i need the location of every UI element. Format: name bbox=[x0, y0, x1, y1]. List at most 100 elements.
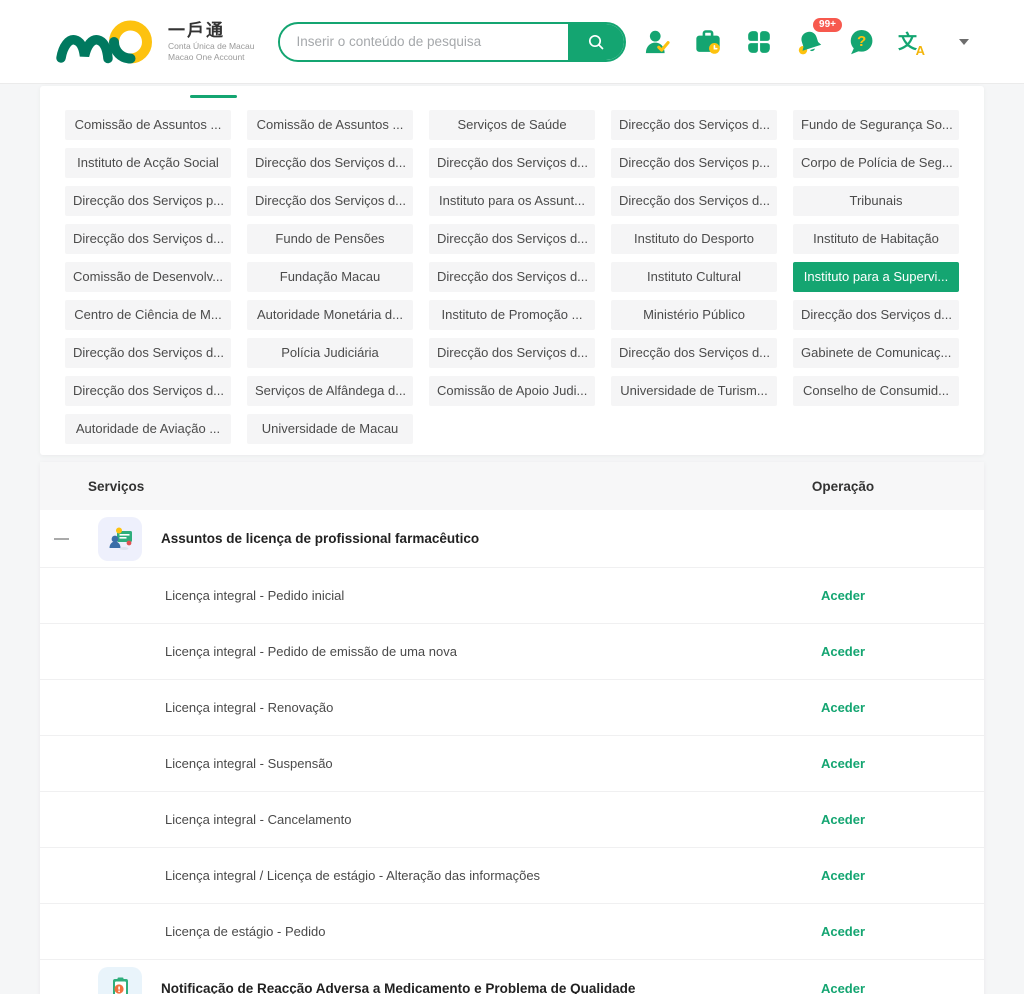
apps-grid-button[interactable] bbox=[744, 27, 774, 57]
department-button[interactable]: Direcção dos Serviços p... bbox=[611, 148, 777, 178]
access-link[interactable]: Aceder bbox=[821, 644, 865, 659]
service-label: Licença de estágio - Pedido bbox=[40, 924, 778, 939]
department-button[interactable]: Direcção dos Serviços d... bbox=[65, 376, 231, 406]
access-link[interactable]: Aceder bbox=[821, 981, 865, 994]
translate-icon: 文 A bbox=[897, 27, 927, 57]
service-label: Licença integral - Renovação bbox=[40, 700, 778, 715]
app-header: 一戶通 Conta Única de Macau Macao One Accou… bbox=[0, 0, 1024, 84]
department-button[interactable]: Tribunais bbox=[793, 186, 959, 216]
department-button[interactable]: Direcção dos Serviços d... bbox=[429, 262, 595, 292]
access-link[interactable]: Aceder bbox=[821, 812, 865, 827]
service-row: Licença integral - Pedido inicial Aceder bbox=[40, 568, 984, 624]
department-button[interactable]: Direcção dos Serviços d... bbox=[247, 186, 413, 216]
help-button[interactable]: ? bbox=[846, 27, 876, 57]
language-button[interactable]: 文 A bbox=[897, 27, 927, 57]
service-row: Licença integral - Cancelamento Aceder bbox=[40, 792, 984, 848]
logo-title-zh: 一戶通 bbox=[168, 20, 254, 41]
search-bar bbox=[278, 22, 626, 62]
service-row: Licença integral - Suspensão Aceder bbox=[40, 736, 984, 792]
department-button[interactable]: Gabinete de Comunicaç... bbox=[793, 338, 959, 368]
active-tab-indicator bbox=[190, 95, 237, 98]
collapse-toggle[interactable]: — bbox=[54, 530, 76, 547]
department-button[interactable]: Autoridade de Aviação ... bbox=[65, 414, 231, 444]
department-button[interactable]: Instituto Cultural bbox=[611, 262, 777, 292]
services-rows: — Assuntos de licença de profiss bbox=[40, 510, 984, 994]
department-button[interactable]: Comissão de Assuntos ... bbox=[65, 110, 231, 140]
bell-icon bbox=[796, 28, 824, 56]
search-icon bbox=[586, 32, 606, 52]
department-button[interactable]: Direcção dos Serviços d... bbox=[247, 148, 413, 178]
department-button[interactable]: Direcção dos Serviços d... bbox=[429, 224, 595, 254]
department-button[interactable]: Instituto de Promoção ... bbox=[429, 300, 595, 330]
access-link[interactable]: Aceder bbox=[821, 756, 865, 771]
notification-badge: 99+ bbox=[813, 18, 842, 32]
department-button[interactable]: Fundo de Pensões bbox=[247, 224, 413, 254]
department-button[interactable]: Ministério Público bbox=[611, 300, 777, 330]
department-button[interactable]: Comissão de Desenvolv... bbox=[65, 262, 231, 292]
department-button[interactable]: Direcção dos Serviços d... bbox=[65, 224, 231, 254]
department-button[interactable]: Fundo de Segurança So... bbox=[793, 110, 959, 140]
group-title: Assuntos de licença de profissional farm… bbox=[161, 531, 778, 546]
department-button[interactable]: Direcção dos Serviços d... bbox=[429, 148, 595, 178]
department-grid: Comissão de Assuntos ... Comissão de Assu… bbox=[40, 86, 984, 444]
service-row: Licença integral - Renovação Aceder bbox=[40, 680, 984, 736]
department-button[interactable]: Autoridade Monetária d... bbox=[247, 300, 413, 330]
search-input[interactable] bbox=[280, 34, 568, 49]
access-link[interactable]: Aceder bbox=[821, 700, 865, 715]
apps-grid-icon bbox=[746, 29, 772, 55]
menu-dropdown-button[interactable] bbox=[948, 27, 978, 57]
department-filter-card: Comissão de Assuntos ... Comissão de Assu… bbox=[40, 86, 984, 455]
department-button[interactable]: Direcção dos Serviços p... bbox=[65, 186, 231, 216]
adverse-reaction-icon bbox=[98, 967, 142, 994]
service-label: Licença integral - Pedido inicial bbox=[40, 588, 778, 603]
briefcase-icon bbox=[694, 28, 722, 56]
department-button[interactable]: Direcção dos Serviços d... bbox=[793, 300, 959, 330]
department-button[interactable]: Serviços de Alfândega d... bbox=[247, 376, 413, 406]
services-table: Serviços Operação — bbox=[40, 462, 984, 994]
search-button[interactable] bbox=[568, 22, 624, 62]
department-button[interactable]: Instituto de Habitação bbox=[793, 224, 959, 254]
service-label: Licença integral / Licença de estágio - … bbox=[40, 868, 778, 883]
department-button[interactable]: Corpo de Polícia de Seg... bbox=[793, 148, 959, 178]
services-table-header: Serviços Operação bbox=[40, 462, 984, 510]
service-label: Licença integral - Cancelamento bbox=[40, 812, 778, 827]
group-title: Notificação de Reacção Adversa a Medicam… bbox=[161, 981, 778, 994]
department-button[interactable]: Conselho de Consumid... bbox=[793, 376, 959, 406]
service-row: Licença de estágio - Pedido Aceder bbox=[40, 904, 984, 960]
user-icon bbox=[643, 28, 671, 56]
service-label: Licença integral - Pedido de emissão de … bbox=[40, 644, 778, 659]
department-button[interactable]: Comissão de Apoio Judi... bbox=[429, 376, 595, 406]
department-button[interactable]: Polícia Judiciária bbox=[247, 338, 413, 368]
department-button[interactable]: Fundação Macau bbox=[247, 262, 413, 292]
main-content: Comissão de Assuntos ... Comissão de Assu… bbox=[0, 84, 1024, 994]
department-button[interactable]: Direcção dos Serviços d... bbox=[429, 338, 595, 368]
access-link[interactable]: Aceder bbox=[821, 588, 865, 603]
department-button[interactable]: Universidade de Turism... bbox=[611, 376, 777, 406]
department-button[interactable]: Comissão de Assuntos ... bbox=[247, 110, 413, 140]
access-link[interactable]: Aceder bbox=[821, 868, 865, 883]
department-button[interactable]: Instituto do Desporto bbox=[611, 224, 777, 254]
service-group-row: Notificação de Reacção Adversa a Medicam… bbox=[40, 960, 984, 994]
notifications-button[interactable]: 99+ bbox=[795, 27, 825, 57]
logo-subtitle-pt: Conta Única de Macau bbox=[168, 41, 254, 52]
account-button[interactable] bbox=[642, 27, 672, 57]
department-button[interactable]: Instituto de Acção Social bbox=[65, 148, 231, 178]
service-row: Licença integral - Pedido de emissão de … bbox=[40, 624, 984, 680]
department-button[interactable]: Serviços de Saúde bbox=[429, 110, 595, 140]
department-button[interactable]: Instituto para a Supervi... bbox=[793, 262, 959, 292]
service-group-row: — Assuntos de licença de profiss bbox=[40, 510, 984, 568]
department-button[interactable]: Direcção dos Serviços d... bbox=[611, 338, 777, 368]
work-services-button[interactable] bbox=[693, 27, 723, 57]
column-header-services: Serviços bbox=[40, 479, 778, 494]
service-label: Licença integral - Suspensão bbox=[40, 756, 778, 771]
department-button[interactable]: Direcção dos Serviços d... bbox=[611, 110, 777, 140]
department-button[interactable]: Direcção dos Serviços d... bbox=[611, 186, 777, 216]
logo[interactable]: 一戶通 Conta Única de Macau Macao One Accou… bbox=[54, 13, 254, 71]
department-button[interactable]: Centro de Ciência de M... bbox=[65, 300, 231, 330]
access-link[interactable]: Aceder bbox=[821, 924, 865, 939]
pharmacist-license-icon bbox=[98, 517, 142, 561]
mo-logo-icon bbox=[54, 13, 158, 71]
department-button[interactable]: Direcção dos Serviços d... bbox=[65, 338, 231, 368]
department-button[interactable]: Universidade de Macau bbox=[247, 414, 413, 444]
department-button[interactable]: Instituto para os Assunt... bbox=[429, 186, 595, 216]
